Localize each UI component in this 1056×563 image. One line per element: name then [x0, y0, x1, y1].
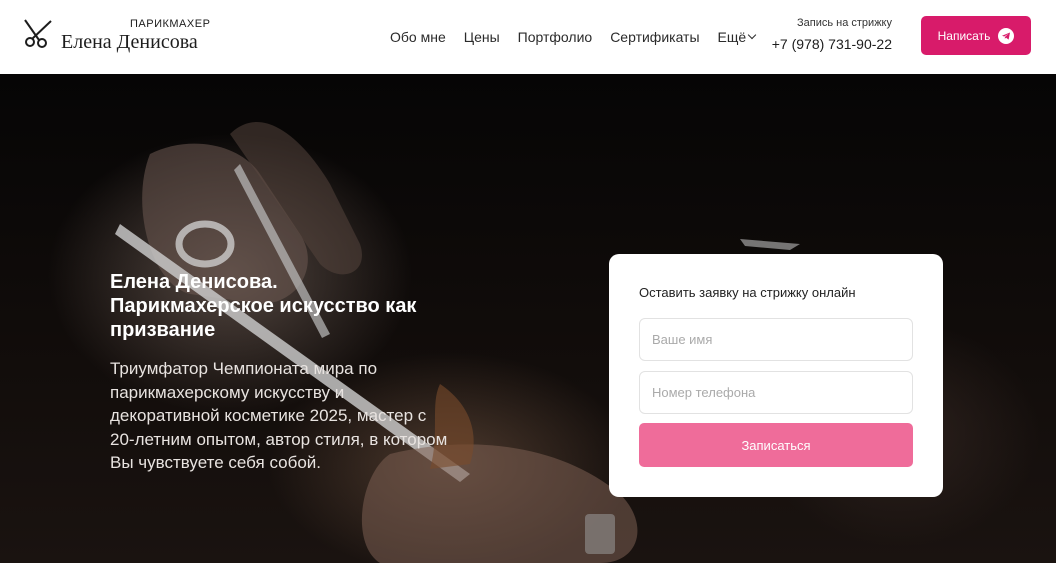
contact-label: Запись на стрижку — [797, 17, 892, 29]
logo-title: Елена Денисова — [61, 31, 198, 53]
chevron-down-icon — [747, 30, 757, 40]
nav-portfolio[interactable]: Портфолио — [518, 29, 593, 45]
hero-title-tagline: Парикмахерское искусство как призвание — [110, 295, 417, 341]
write-button[interactable]: Написать — [921, 16, 1031, 55]
logo[interactable]: ПАРИКМАХЕР Елена Денисова — [22, 17, 212, 57]
hero-title: Елена Денисова. Парикмахерское искусство… — [110, 270, 470, 342]
main-nav: Обо мне Цены Портфолио Сертификаты Ещё — [390, 29, 773, 45]
submit-button[interactable]: Записаться — [639, 423, 913, 467]
telegram-icon — [998, 27, 1015, 44]
hero-description: Триумфатор Чемпионата мира по парикмахер… — [110, 359, 448, 472]
logo-subtitle: ПАРИКМАХЕР — [130, 18, 211, 30]
nav-certificates[interactable]: Сертификаты — [610, 29, 699, 45]
site-header: ПАРИКМАХЕР Елена Денисова Обо мне Цены П… — [0, 0, 1056, 74]
scissors-icon — [24, 19, 52, 48]
phone-link[interactable]: +7 (978) 731-90-22 — [772, 36, 892, 52]
nav-about[interactable]: Обо мне — [390, 29, 446, 45]
nav-prices[interactable]: Цены — [464, 29, 500, 45]
phone-input[interactable] — [639, 371, 913, 414]
write-button-label: Написать — [937, 28, 991, 43]
contact-block: Запись на стрижку +7 (978) 731-90-22 — [772, 17, 892, 52]
nav-more[interactable]: Ещё — [717, 29, 757, 45]
booking-form: Оставить заявку на стрижку онлайн Записа… — [609, 254, 943, 497]
name-input[interactable] — [639, 318, 913, 361]
nav-more-label: Ещё — [717, 29, 747, 45]
form-title: Оставить заявку на стрижку онлайн — [639, 285, 856, 300]
hero-title-name: Елена Денисова. — [110, 271, 278, 293]
hero-section: Елена Денисова. Парикмахерское искусство… — [0, 74, 1056, 563]
